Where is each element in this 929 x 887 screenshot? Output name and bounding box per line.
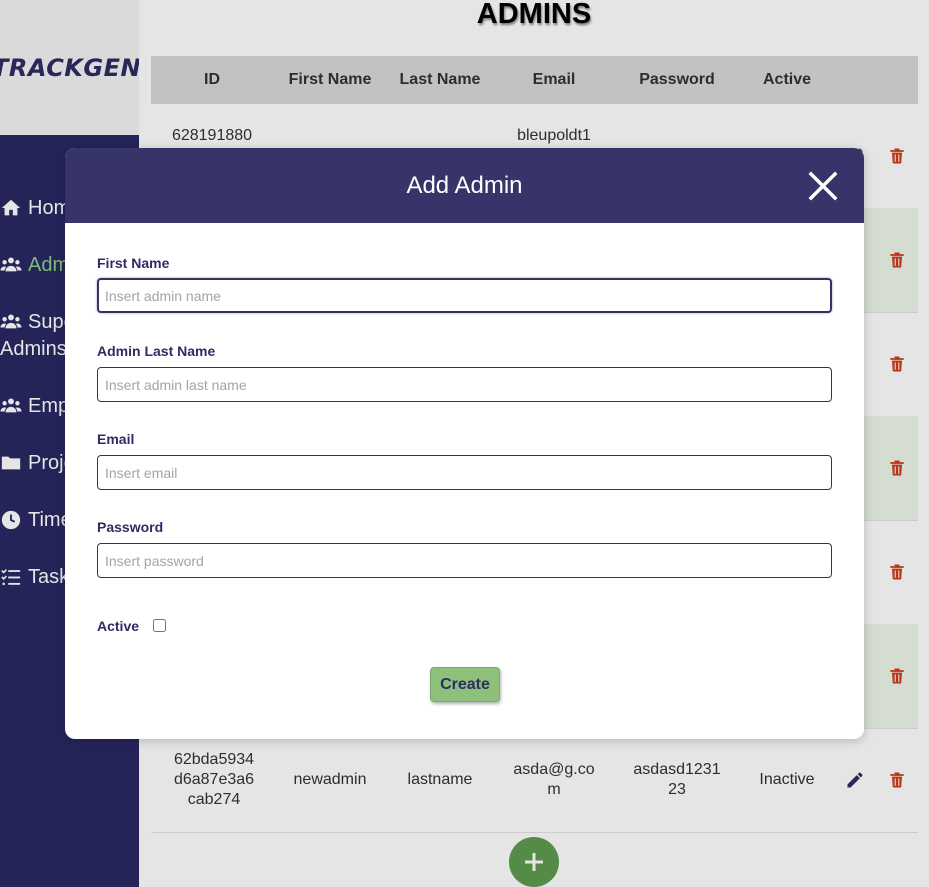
active-checkbox[interactable] [153, 619, 166, 632]
add-admin-modal: Add Admin First Name Admin Last Name Ema… [65, 148, 864, 739]
last-name-input[interactable] [97, 367, 832, 402]
modal-header: Add Admin [65, 148, 864, 223]
modal-title: Add Admin [406, 172, 523, 199]
last-name-label: Admin Last Name [97, 343, 216, 359]
close-button[interactable] [806, 169, 840, 203]
create-button[interactable]: Create [430, 667, 500, 702]
active-label: Active [97, 618, 140, 634]
email-input[interactable] [97, 455, 832, 490]
first-name-input[interactable] [97, 278, 832, 313]
first-name-label: First Name [97, 255, 170, 271]
email-label: Email [97, 431, 135, 447]
close-icon [808, 171, 838, 201]
password-input[interactable] [97, 543, 832, 578]
password-label: Password [97, 519, 164, 535]
